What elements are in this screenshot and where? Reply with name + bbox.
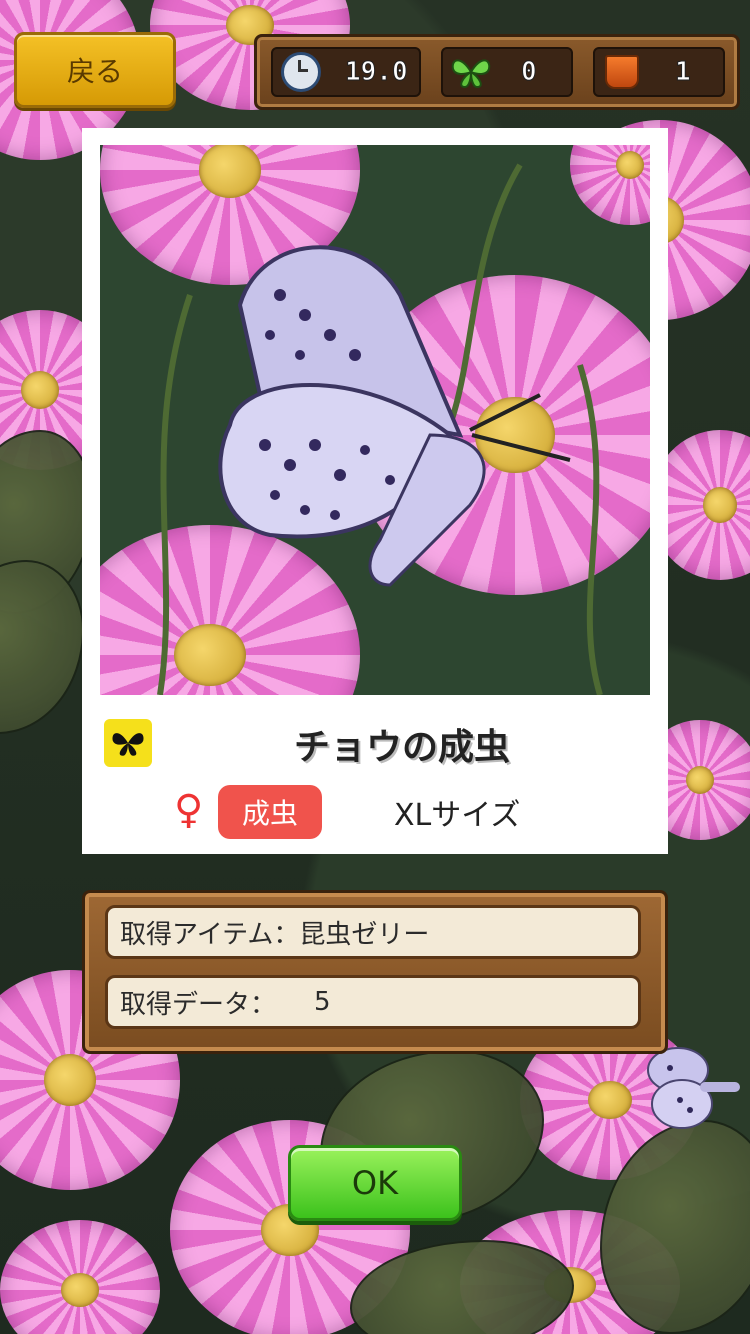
butterfly-count: 0 xyxy=(521,57,538,88)
reward-data-label: 取得データ： xyxy=(120,989,277,1020)
leaf-decoration xyxy=(0,560,84,734)
reward-item-label: 取得アイテム： xyxy=(120,919,300,950)
reward-data-row: 取得データ： 5 xyxy=(105,975,641,1029)
reward-item-row: 取得アイテム： 昆虫ゼリー xyxy=(105,905,641,959)
stage-badge: 成虫 xyxy=(218,785,322,839)
flower-decoration xyxy=(0,1220,160,1334)
butterfly-count-display: 0 xyxy=(441,47,573,97)
jelly-cup-icon xyxy=(605,55,639,89)
back-button[interactable]: 戻る xyxy=(14,32,176,108)
reward-data-value: 5 xyxy=(314,987,331,1017)
result-card: チョウの成虫 ♀ 成虫 XLサイズ xyxy=(82,128,668,854)
status-bar: 19.0 0 1 xyxy=(254,34,740,110)
insect-photo xyxy=(100,145,650,695)
insect-title: チョウの成虫 xyxy=(293,727,510,768)
butterfly-icon xyxy=(451,59,491,89)
ok-button[interactable]: OK xyxy=(288,1145,462,1221)
female-icon: ♀ xyxy=(174,787,204,833)
reward-panel: 取得アイテム： 昆虫ゼリー 取得データ： 5 xyxy=(82,890,668,1054)
butterfly-category-icon xyxy=(104,719,152,767)
butterfly-image xyxy=(157,163,603,695)
timer-display: 19.0 xyxy=(271,47,421,97)
clock-icon xyxy=(281,52,321,92)
timer-value: 19.0 xyxy=(345,57,409,88)
reward-item-value: 昆虫ゼリー xyxy=(299,919,430,950)
size-label: XLサイズ xyxy=(394,798,521,833)
item-count-display: 1 xyxy=(593,47,725,97)
item-count: 1 xyxy=(675,57,692,88)
